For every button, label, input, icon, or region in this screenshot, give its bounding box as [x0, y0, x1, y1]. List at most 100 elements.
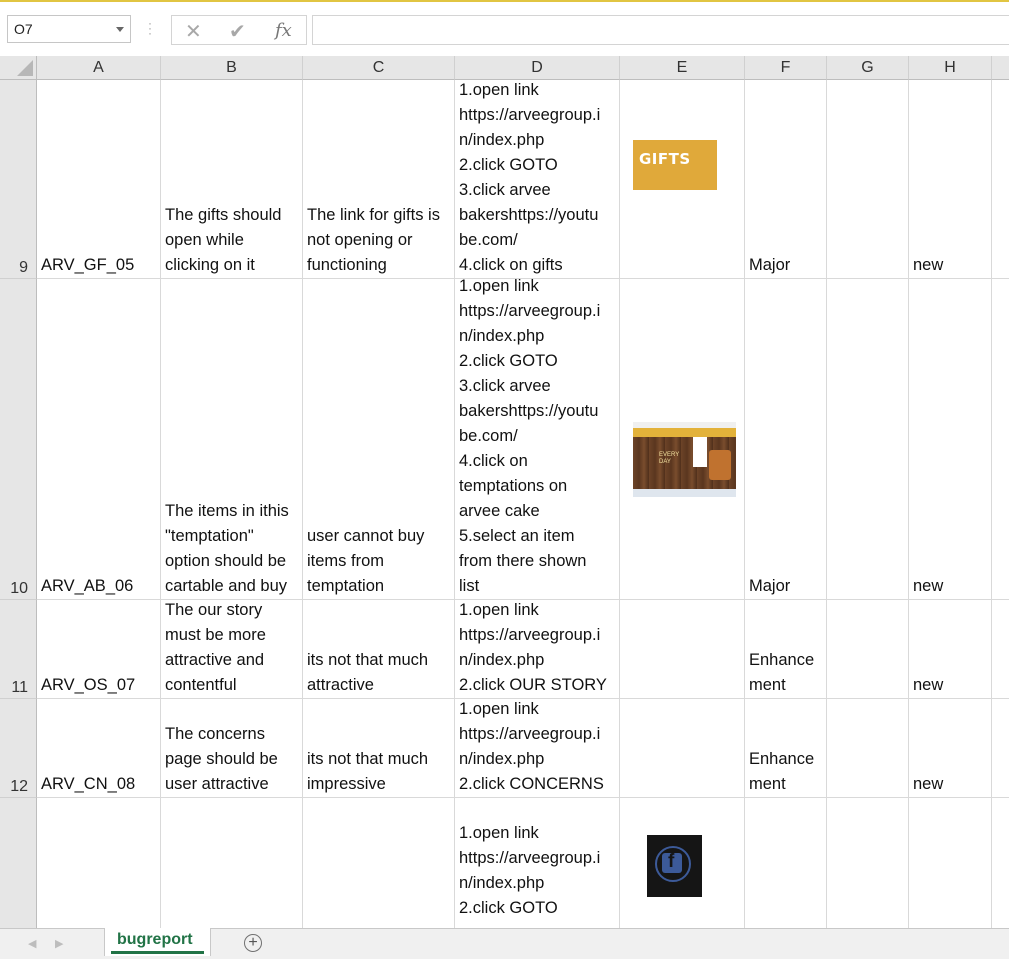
- cell-a10[interactable]: ARV_AB_06: [37, 279, 161, 600]
- cell-g12[interactable]: [827, 699, 909, 798]
- cell-f11[interactable]: Enhance ment: [745, 600, 827, 699]
- column-header-f[interactable]: F: [745, 56, 827, 80]
- cell-e11[interactable]: [620, 600, 745, 699]
- cell-b12[interactable]: The concerns page should be user attract…: [161, 699, 303, 798]
- row-header-13[interactable]: [0, 798, 37, 928]
- gifts-banner-image[interactable]: GIFTS: [633, 140, 717, 190]
- cell-c9[interactable]: The link for gifts is not opening or fun…: [303, 80, 455, 279]
- cell-g10[interactable]: [827, 279, 909, 600]
- cell-text: its not that much impressive: [307, 750, 429, 793]
- column-header-h[interactable]: H: [909, 56, 992, 80]
- cell-text: The items in ithis "temptation" option s…: [165, 502, 289, 595]
- cell-text: new: [913, 775, 944, 793]
- cell-a11[interactable]: ARV_OS_07: [37, 600, 161, 699]
- plus-circle-icon[interactable]: +: [244, 934, 262, 952]
- column-header-c[interactable]: C: [303, 56, 455, 80]
- cell-f10[interactable]: Major: [745, 279, 827, 600]
- cell-d11[interactable]: 1.open link https://arveegroup.i n/index…: [455, 600, 620, 699]
- cell-b10[interactable]: The items in ithis "temptation" option s…: [161, 279, 303, 600]
- website-screenshot-image[interactable]: EVERY DAY: [633, 422, 736, 497]
- cell-a13[interactable]: [37, 798, 161, 928]
- formula-input[interactable]: [312, 15, 1009, 45]
- tab-prev-icon[interactable]: ◀: [28, 937, 36, 950]
- column-header-b[interactable]: B: [161, 56, 303, 80]
- cell-text: 1.open link https://arveegroup.i n/index…: [459, 700, 604, 793]
- sheet-tab-bugreport[interactable]: bugreport: [104, 928, 211, 956]
- cell-d13[interactable]: 1.open link https://arveegroup.i n/index…: [455, 798, 620, 928]
- cell-i12[interactable]: [992, 699, 1009, 798]
- cell-b9[interactable]: The gifts should open while clicking on …: [161, 80, 303, 279]
- column-header-g[interactable]: G: [827, 56, 909, 80]
- facebook-icon[interactable]: f: [647, 835, 702, 897]
- row-header-10[interactable]: 10: [0, 279, 37, 600]
- cell-text: Major: [749, 256, 791, 274]
- cell-g13[interactable]: [827, 798, 909, 928]
- cell-c10[interactable]: user cannot buy items from temptation: [303, 279, 455, 600]
- cell-i9[interactable]: [992, 80, 1009, 279]
- select-all-corner[interactable]: [0, 56, 37, 80]
- site-nav: [633, 428, 736, 437]
- cell-g9[interactable]: [827, 80, 909, 279]
- taskbar: [633, 489, 736, 497]
- facebook-logo: f: [662, 851, 682, 873]
- cancel-icon[interactable]: ✕: [185, 19, 202, 44]
- name-box-value: O7: [14, 21, 33, 37]
- cell-text: The link for gifts is not opening or fun…: [307, 206, 440, 274]
- cell-text: 1.open link https://arveegroup.i n/index…: [459, 279, 601, 595]
- cell-f12[interactable]: Enhance ment: [745, 699, 827, 798]
- tab-next-icon[interactable]: ▶: [55, 937, 63, 950]
- cell-text: its not that much attractive: [307, 651, 429, 694]
- cell-text: The concerns page should be user attract…: [165, 725, 278, 793]
- row-header-11[interactable]: 11: [0, 600, 37, 699]
- cell-i10[interactable]: [992, 279, 1009, 600]
- select-all-icon: [17, 60, 33, 76]
- cell-text: Major: [749, 577, 791, 595]
- dropdown-menu: [693, 437, 707, 467]
- cell-b11[interactable]: The our story must be more attractive an…: [161, 600, 303, 699]
- cell-d12[interactable]: 1.open link https://arveegroup.i n/index…: [455, 699, 620, 798]
- cell-c11[interactable]: its not that much attractive: [303, 600, 455, 699]
- enter-icon[interactable]: ✔: [229, 19, 246, 44]
- column-header-a[interactable]: A: [37, 56, 161, 80]
- cell-c13[interactable]: [303, 798, 455, 928]
- cell-e12[interactable]: [620, 699, 745, 798]
- insert-function-icon[interactable]: fx: [275, 20, 292, 41]
- cell-b13[interactable]: [161, 798, 303, 928]
- sheet-tab-label: bugreport: [117, 931, 193, 948]
- cell-text: user cannot buy items from temptation: [307, 527, 425, 595]
- cell-i13[interactable]: [992, 798, 1009, 928]
- drag-handle-icon[interactable]: · · ·: [148, 17, 152, 39]
- cell-i11[interactable]: [992, 600, 1009, 699]
- cell-a12[interactable]: ARV_CN_08: [37, 699, 161, 798]
- name-box[interactable]: O7: [7, 15, 131, 43]
- cell-d10[interactable]: 1.open link https://arveegroup.i n/index…: [455, 279, 620, 600]
- row-header-12[interactable]: 12: [0, 699, 37, 798]
- column-header-e[interactable]: E: [620, 56, 745, 80]
- cell-text: Enhance ment: [749, 750, 815, 793]
- cell-f13[interactable]: [745, 798, 827, 928]
- column-header-i[interactable]: [992, 56, 1009, 80]
- cell-text: ARV_OS_07: [41, 676, 136, 694]
- cell-text: 1.open link https://arveegroup.i n/index…: [459, 601, 607, 694]
- cell-h9[interactable]: new: [909, 80, 992, 279]
- cell-f9[interactable]: Major: [745, 80, 827, 279]
- cell-h13[interactable]: [909, 798, 992, 928]
- cell-text: new: [913, 577, 944, 595]
- row-header-9[interactable]: 9: [0, 80, 37, 279]
- cell-d9[interactable]: 1.open link https://arveegroup.i n/index…: [455, 80, 620, 279]
- cell-h12[interactable]: new: [909, 699, 992, 798]
- cell-c12[interactable]: its not that much impressive: [303, 699, 455, 798]
- cell-text: new: [913, 676, 944, 694]
- cell-h11[interactable]: new: [909, 600, 992, 699]
- active-tab-underline: [111, 951, 204, 954]
- formula-buttons: ✕ ✔ fx: [171, 15, 307, 45]
- formula-bar: O7 · · · ✕ ✔ fx: [0, 2, 1009, 56]
- gifts-banner-text: GIFTS: [639, 150, 691, 168]
- cell-h10[interactable]: new: [909, 279, 992, 600]
- chevron-down-icon[interactable]: [116, 27, 124, 32]
- hero-text: EVERY DAY: [659, 452, 680, 465]
- cell-a9[interactable]: ARV_GF_05: [37, 80, 161, 279]
- cell-g11[interactable]: [827, 600, 909, 699]
- column-header-d[interactable]: D: [455, 56, 620, 80]
- cell-text: 1.open link https://arveegroup.i n/index…: [459, 824, 601, 917]
